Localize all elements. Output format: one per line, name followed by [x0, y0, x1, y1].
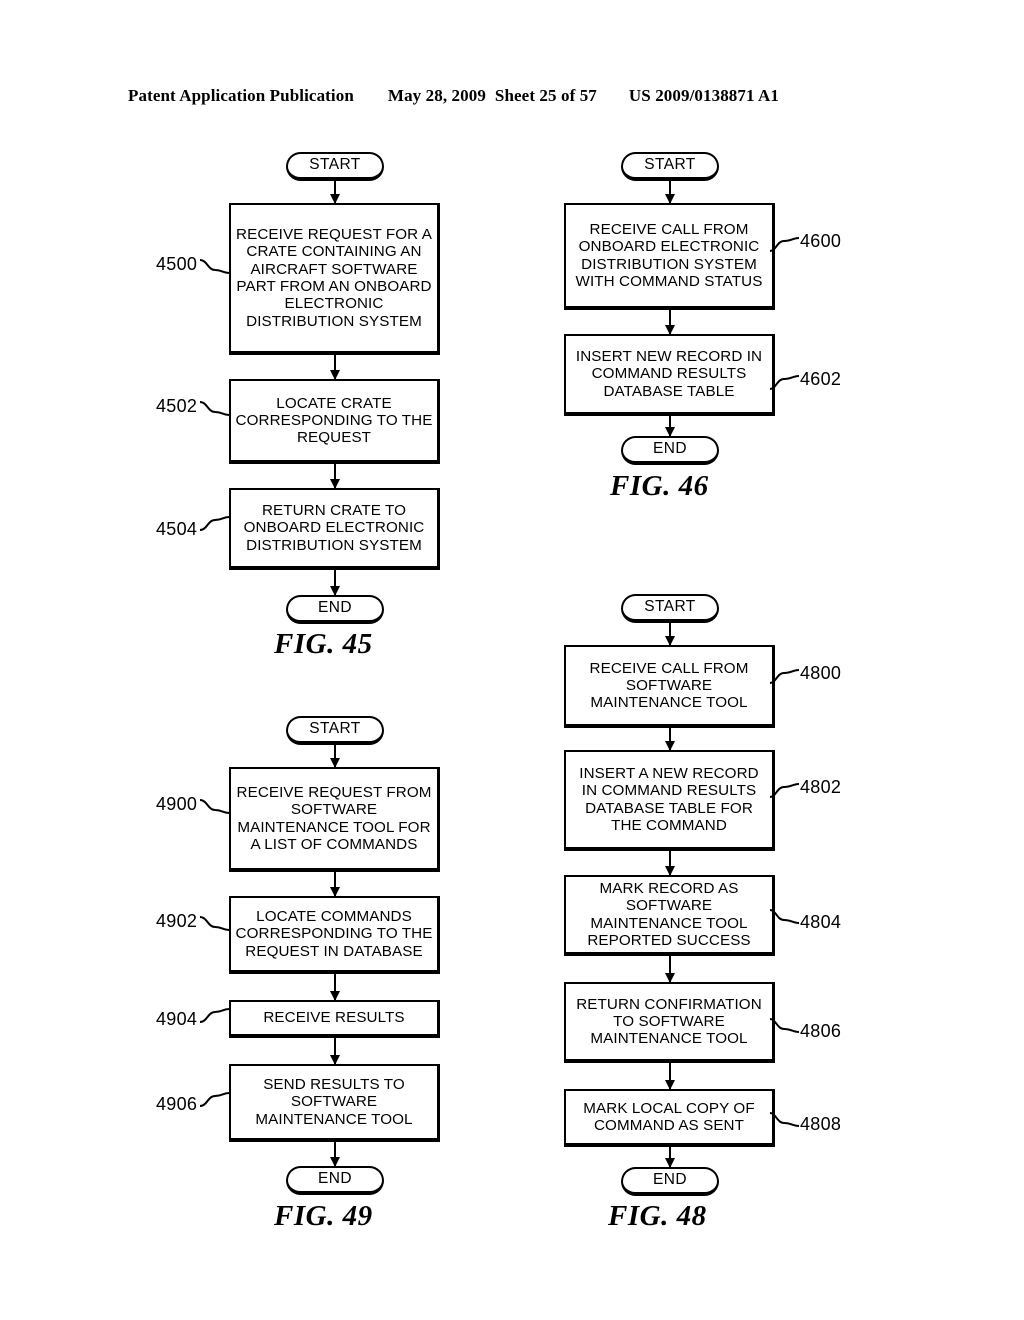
fig46-step-4602-box: INSERT NEW RECORD IN COMMAND RESULTS DAT…: [564, 334, 775, 416]
fig49-step-4906-text: SEND RESULTS TO SOFTWARE MAINTENANCE TOO…: [255, 1076, 413, 1128]
fig49-step-4900-text: RECEIVE REQUEST FROM SOFTWARE MAINTENANC…: [236, 783, 432, 853]
fig49-start-terminator: START: [286, 716, 384, 745]
fig45-step-4500-text: RECEIVE REQUEST FOR A CRATE CONTAINING A…: [236, 226, 432, 330]
fig48-ref-4804: 4804: [800, 912, 842, 932]
fig48-end-terminator: END: [621, 1167, 719, 1196]
fig49-step-4904-box: RECEIVE RESULTS: [229, 1000, 440, 1038]
fig49-ref-4900: 4900: [156, 794, 198, 814]
fig46-step-4600-box: RECEIVE CALL FROM ONBOARD ELECTRONIC DIS…: [564, 203, 775, 310]
fig48-leader-4806: [769, 1012, 803, 1033]
fig49-connector-start-to-4900: [334, 745, 336, 767]
fig48-caption: FIG. 48: [608, 1200, 707, 1232]
fig49-leader-4906: [199, 1086, 233, 1107]
fig49-leader-4904: [199, 1002, 233, 1023]
fig48-step-4800-box: RECEIVE CALL FROM SOFTWARE MAINTENANCE T…: [564, 645, 775, 728]
fig49-step-4906-box: SEND RESULTS TO SOFTWARE MAINTENANCE TOO…: [229, 1064, 440, 1142]
fig48-step-4800-text: RECEIVE CALL FROM SOFTWARE MAINTENANCE T…: [589, 659, 749, 712]
fig45-leader-4504: [199, 510, 233, 531]
fig48-step-4806-text: RETURN CONFIRMATION TO SOFTWARE MAINTENA…: [576, 995, 762, 1048]
fig48-step-4802-box: INSERT A NEW RECORD IN COMMAND RESULTS D…: [564, 750, 775, 851]
fig45-connector-4502-to-4504: [334, 464, 336, 488]
fig48-leader-4802: [769, 777, 803, 798]
fig48-connector-4808-to-end: [669, 1147, 671, 1167]
fig49-end-label: END: [318, 1170, 352, 1188]
fig49-connector-4904-to-4906: [334, 1038, 336, 1064]
fig48-step-4808-box: MARK LOCAL COPY OF COMMAND AS SENT: [564, 1089, 775, 1147]
fig45-connector-4504-to-end: [334, 570, 336, 595]
fig45-step-4502-box: LOCATE CRATE CORRESPONDING TO THE REQUES…: [229, 379, 440, 464]
fig46-start-terminator: START: [621, 152, 719, 181]
fig48-ref-4802: 4802: [800, 777, 842, 797]
fig45-step-4504-text: RETURN CRATE TO ONBOARD ELECTRONIC DISTR…: [243, 502, 425, 554]
fig48-step-4806-box: RETURN CONFIRMATION TO SOFTWARE MAINTENA…: [564, 982, 775, 1063]
fig46-start-label: START: [644, 156, 696, 174]
fig48-leader-4808: [769, 1106, 803, 1127]
fig48-leader-4800: [769, 663, 803, 684]
fig49-leader-4902: [199, 910, 233, 931]
fig48-connector-4802-to-4804: [669, 851, 671, 875]
fig48-leader-4804: [769, 903, 803, 924]
fig49-ref-4906: 4906: [156, 1094, 198, 1114]
fig48-ref-4808: 4808: [800, 1114, 842, 1134]
fig45-end-label: END: [318, 599, 352, 617]
fig45-ref-4500: 4500: [156, 254, 198, 274]
fig49-connector-4902-to-4904: [334, 974, 336, 1000]
fig45-start-label: START: [309, 156, 361, 174]
fig46-connector-4602-to-end: [669, 416, 671, 436]
header-patent-number: US 2009/0138871 A1: [628, 86, 779, 105]
fig45-connector-4500-to-4502: [334, 355, 336, 379]
fig48-connector-4804-to-4806: [669, 956, 671, 982]
fig49-start-label: START: [309, 720, 361, 738]
fig48-ref-4806: 4806: [800, 1021, 842, 1041]
fig49-step-4904-text: RECEIVE RESULTS: [263, 1009, 405, 1027]
fig46-caption: FIG. 46: [610, 470, 709, 502]
fig49-connector-4900-to-4902: [334, 872, 336, 896]
fig49-ref-4902: 4902: [156, 911, 198, 931]
fig48-step-4804-box: MARK RECORD AS SOFTWARE MAINTENANCE TOOL…: [564, 875, 775, 956]
fig45-ref-4504: 4504: [156, 519, 198, 539]
fig49-end-terminator: END: [286, 1166, 384, 1195]
fig46-ref-4602: 4602: [800, 369, 842, 389]
fig49-step-4902-text: LOCATE COMMANDS CORRESPONDING TO THE REQ…: [235, 908, 433, 960]
fig48-ref-4800: 4800: [800, 663, 842, 683]
header-publication-title: Patent Application Publication: [128, 86, 354, 105]
fig48-connector-4806-to-4808: [669, 1063, 671, 1089]
fig45-leader-4502: [199, 395, 233, 416]
page-header: Patent Application Publication May 28, 2…: [128, 86, 896, 110]
fig46-step-4600-text: RECEIVE CALL FROM ONBOARD ELECTRONIC DIS…: [575, 220, 763, 290]
fig45-step-4502-text: LOCATE CRATE CORRESPONDING TO THE REQUES…: [235, 394, 433, 447]
fig45-step-4500-box: RECEIVE REQUEST FOR A CRATE CONTAINING A…: [229, 203, 440, 355]
fig46-step-4602-text: INSERT NEW RECORD IN COMMAND RESULTS DAT…: [575, 348, 763, 400]
fig48-end-label: END: [653, 1171, 687, 1189]
fig45-caption: FIG. 45: [274, 628, 373, 660]
fig49-connector-4906-to-end: [334, 1142, 336, 1166]
fig49-caption: FIG. 49: [274, 1200, 373, 1232]
fig48-connector-4800-to-4802: [669, 728, 671, 750]
fig49-step-4902-box: LOCATE COMMANDS CORRESPONDING TO THE REQ…: [229, 896, 440, 974]
fig48-step-4808-text: MARK LOCAL COPY OF COMMAND AS SENT: [583, 1099, 755, 1134]
fig46-leader-4600: [769, 231, 803, 252]
fig48-start-terminator: START: [621, 594, 719, 623]
fig45-ref-4502: 4502: [156, 396, 198, 416]
fig46-end-label: END: [653, 440, 687, 458]
fig45-leader-4500: [199, 253, 233, 274]
fig46-ref-4600: 4600: [800, 231, 842, 251]
header-sheet-number: Sheet 25 of 57: [494, 86, 597, 105]
fig45-connector-start-to-4500: [334, 181, 336, 203]
fig48-step-4802-text: INSERT A NEW RECORD IN COMMAND RESULTS D…: [579, 764, 759, 834]
fig45-step-4504-box: RETURN CRATE TO ONBOARD ELECTRONIC DISTR…: [229, 488, 440, 570]
fig49-leader-4900: [199, 793, 233, 814]
fig46-leader-4602: [769, 369, 803, 390]
fig45-start-terminator: START: [286, 152, 384, 181]
fig46-connector-4600-to-4602: [669, 310, 671, 334]
fig46-connector-start-to-4600: [669, 181, 671, 203]
fig49-ref-4904: 4904: [156, 1009, 198, 1029]
fig49-step-4900-box: RECEIVE REQUEST FROM SOFTWARE MAINTENANC…: [229, 767, 440, 872]
fig45-end-terminator: END: [286, 595, 384, 624]
fig48-step-4804-text: MARK RECORD AS SOFTWARE MAINTENANCE TOOL…: [587, 879, 751, 949]
fig48-connector-start-to-4800: [669, 623, 671, 645]
header-date: May 28, 2009: [387, 86, 486, 105]
fig46-end-terminator: END: [621, 436, 719, 465]
fig48-start-label: START: [644, 598, 696, 616]
